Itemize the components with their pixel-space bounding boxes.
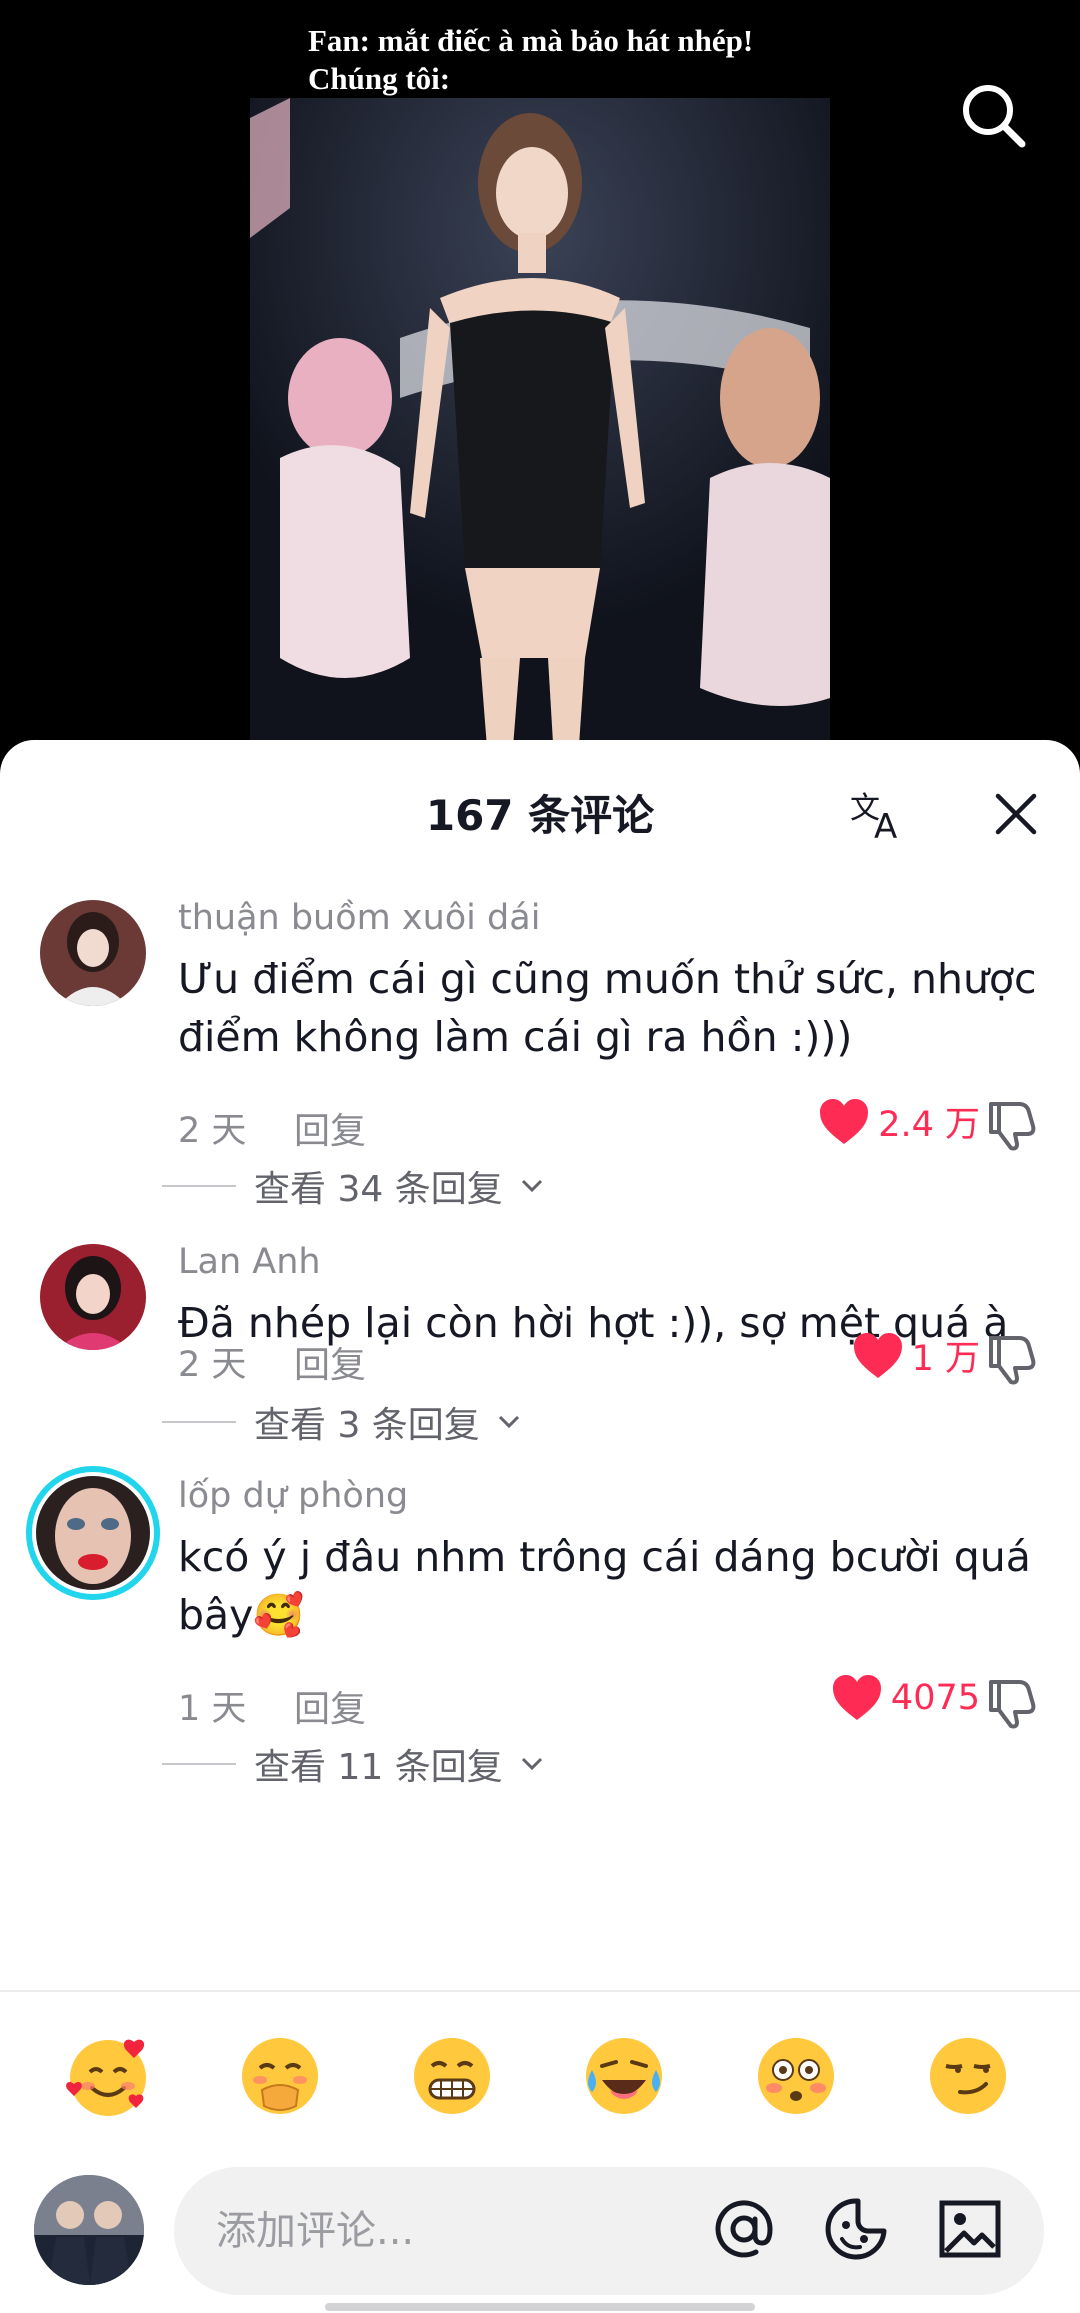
video-caption: Fan: mắt điếc à mà bảo hát nhép! Chúng t…	[308, 22, 753, 98]
smiling-face-with-hearts-icon[interactable]	[64, 2032, 152, 2120]
face-with-hand-over-mouth-icon[interactable]	[236, 2032, 324, 2120]
comment-count-title: 167 条评论	[425, 791, 655, 840]
comment-text: Ưu điểm cái gì cũng muốn thử sức, nhược …	[178, 955, 1037, 1061]
comment-composer	[0, 1990, 1080, 2313]
avatar[interactable]	[40, 900, 146, 1006]
comment-sheet-header: 167 条评论 文 A	[0, 740, 1080, 880]
chevron-down-icon	[521, 1179, 542, 1193]
view-replies-label: 查看 3 条回复	[254, 1405, 480, 1446]
comment-time: 2 天	[178, 1345, 247, 1385]
input-row	[0, 2167, 1080, 2297]
comment-text: kcó ý j đâu nhm trông cái dáng bcười quá…	[178, 1533, 1031, 1639]
quick-emoji-row	[0, 2032, 1080, 2122]
video-player[interactable]: Fan: mắt điếc à mà bảo hát nhép! Chúng t…	[0, 0, 1080, 760]
video-frame	[250, 98, 830, 760]
avatar[interactable]	[40, 1244, 146, 1350]
like-count: 4075	[890, 1678, 980, 1718]
tears-of-joy-icon[interactable]	[580, 2032, 668, 2120]
reply-button[interactable]: 回复	[294, 1336, 366, 1388]
flushed-face-icon[interactable]	[752, 2032, 840, 2120]
comment-list[interactable]: thuận buồm xuôi dái Ưu điểm cái gì cũng …	[0, 870, 1080, 1792]
mention-icon[interactable]	[710, 2195, 778, 2263]
avatar[interactable]	[26, 1466, 160, 1600]
like-count: 2.4 万	[878, 1105, 980, 1145]
comment-username[interactable]: lốp dự phòng	[178, 1476, 408, 1516]
avatar[interactable]	[34, 2175, 144, 2285]
chevron-down-icon	[521, 1757, 542, 1771]
image-icon[interactable]	[936, 2195, 1004, 2263]
smirking-face-icon[interactable]	[924, 2032, 1012, 2120]
grinning-teeth-icon[interactable]	[408, 2032, 496, 2120]
comment-username[interactable]: thuận buồm xuôi dái	[178, 898, 540, 938]
view-replies-button[interactable]: 查看 34 条回复	[162, 1160, 543, 1212]
comment-time: 1 天	[178, 1689, 247, 1729]
dislike-icon[interactable]	[985, 1674, 1041, 1730]
svg-text:A: A	[874, 807, 897, 847]
search-icon[interactable]	[958, 80, 1030, 152]
comment-item: thuận buồm xuôi dái Ưu điểm cái gì cũng …	[0, 870, 1080, 1214]
view-replies-button[interactable]: 查看 11 条回复	[162, 1738, 543, 1790]
reply-button[interactable]: 回复	[294, 1102, 366, 1154]
caption-line-2: Chúng tôi:	[308, 61, 451, 96]
dislike-icon[interactable]	[985, 1330, 1041, 1386]
like-button[interactable]: 1 万	[852, 1330, 980, 1381]
chevron-down-icon	[498, 1415, 519, 1429]
like-button[interactable]: 2.4 万	[818, 1096, 980, 1147]
view-replies-label: 查看 11 条回复	[254, 1747, 503, 1788]
dislike-icon[interactable]	[985, 1096, 1041, 1152]
comment-username[interactable]: Lan Anh	[178, 1242, 321, 1282]
home-indicator	[325, 2303, 755, 2311]
heart-icon	[832, 1675, 881, 1720]
comment-time: 2 天	[178, 1111, 247, 1151]
avatar-image	[36, 1476, 150, 1590]
close-icon[interactable]	[988, 784, 1044, 844]
divider	[162, 1185, 236, 1187]
like-count: 1 万	[911, 1339, 980, 1379]
comment-item: lốp dự phòng kcó ý j đâu nhm trông cái d…	[0, 1448, 1080, 1792]
comment-input[interactable]	[174, 2167, 1044, 2295]
emoji-icon[interactable]	[822, 2195, 890, 2263]
view-replies-button[interactable]: 查看 3 条回复	[162, 1396, 520, 1448]
view-replies-label: 查看 34 条回复	[254, 1169, 503, 1210]
divider	[162, 1763, 236, 1765]
like-button[interactable]: 4075	[831, 1674, 980, 1722]
translate-icon[interactable]: 文 A	[848, 784, 912, 848]
heart-icon	[820, 1098, 869, 1144]
reply-button[interactable]: 回复	[294, 1680, 366, 1732]
caption-line-1: Fan: mắt điếc à mà bảo hát nhép!	[308, 23, 754, 58]
heart-icon	[853, 1332, 902, 1378]
divider	[162, 1421, 236, 1423]
